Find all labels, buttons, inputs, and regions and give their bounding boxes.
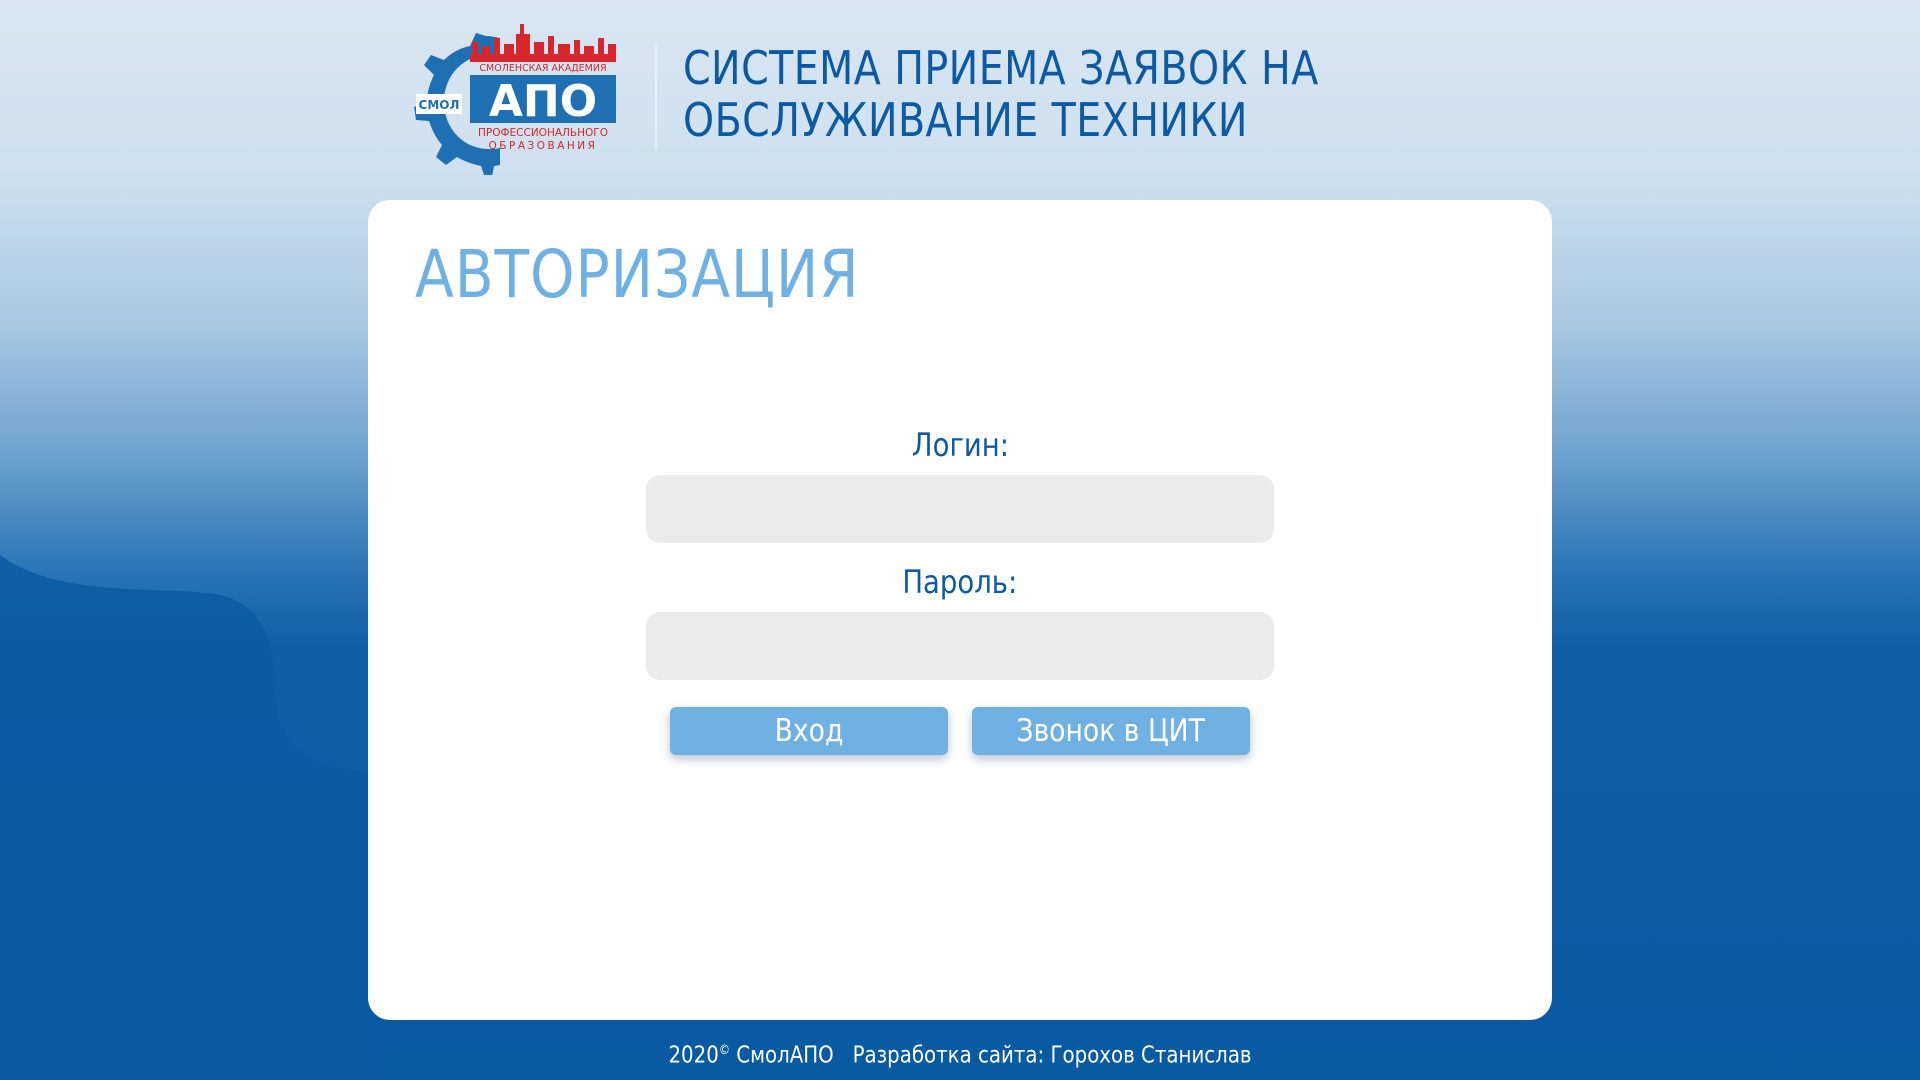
call-cit-button-label: Звонок в ЦИТ	[1016, 713, 1206, 749]
login-form: Логин: Пароль:	[646, 425, 1274, 680]
logo-top-text: СМОЛЕНСКАЯ АКАДЕМИЯ	[479, 63, 606, 74]
logo-bottom-text-2: ОБРАЗОВАНИЯ	[489, 140, 598, 152]
footer-year: 2020	[668, 1042, 719, 1069]
header-divider	[655, 45, 657, 150]
footer-org: СмолАПО	[736, 1042, 834, 1069]
logo-main-text: АПО	[489, 76, 597, 127]
logo-small-label: СМОЛ	[419, 98, 460, 112]
smolapo-logo[interactable]: СМОЛ СМОЛЕНСКАЯ АКАДЕМИЯ АПО ПРОФЕССИОНА…	[410, 20, 630, 175]
footer-developer: Разработка сайта: Горохов Станислав	[852, 1042, 1252, 1069]
login-button-label: Вход	[774, 713, 844, 749]
logo-bottom-text-1: ПРОФЕССИОНАЛЬНОГО	[478, 127, 608, 139]
site-title-line-2: ОБСЛУЖИВАНИЕ ТЕХНИКИ	[683, 93, 1248, 147]
site-title: СИСТЕМА ПРИЕМА ЗАЯВОК НА ОБСЛУЖИВАНИЕ ТЕ…	[683, 42, 1337, 146]
login-label: Логин:	[646, 425, 1274, 465]
auth-card: АВТОРИЗАЦИЯ Логин: Пароль: Вход Звонок в…	[368, 200, 1552, 1020]
call-cit-button[interactable]: Звонок в ЦИТ	[972, 707, 1250, 755]
password-label: Пароль:	[646, 562, 1274, 602]
site-header: СМОЛ СМОЛЕНСКАЯ АКАДЕМИЯ АПО ПРОФЕССИОНА…	[0, 0, 1920, 190]
copyright-mark: ©	[718, 1043, 730, 1058]
login-button[interactable]: Вход	[670, 707, 948, 755]
form-actions: Вход Звонок в ЦИТ	[670, 707, 1250, 755]
site-footer: 2020© СмолАПО Разработка сайта: Горохов …	[0, 1034, 1920, 1073]
auth-title: АВТОРИЗАЦИЯ	[415, 236, 860, 313]
password-input[interactable]	[646, 612, 1274, 680]
login-label-text: Логин:	[911, 426, 1009, 464]
login-input[interactable]	[646, 475, 1274, 543]
site-title-line-1: СИСТЕМА ПРИЕМА ЗАЯВОК НА	[683, 41, 1319, 95]
password-label-text: Пароль:	[902, 563, 1018, 601]
